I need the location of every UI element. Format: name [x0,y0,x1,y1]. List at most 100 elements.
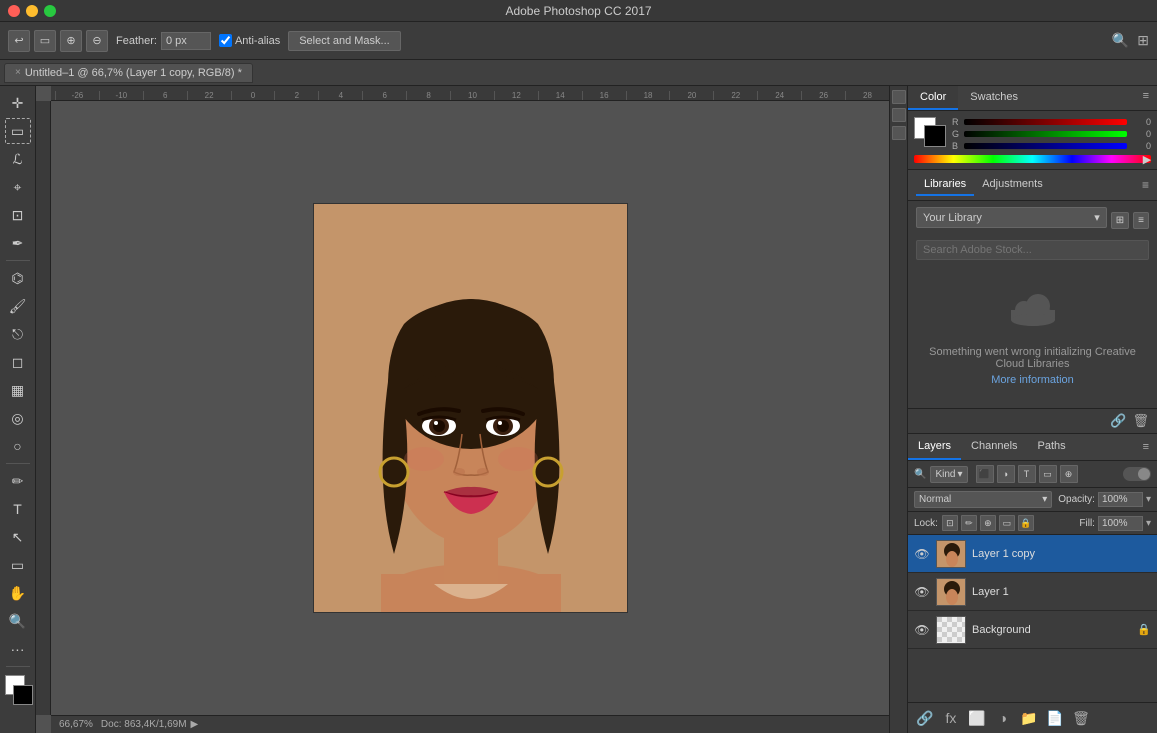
lock-artboard[interactable]: ▭ [999,515,1015,531]
tab-libraries[interactable]: Libraries [916,174,974,196]
panel-toggle-3[interactable] [892,126,906,140]
grid-view-btn[interactable]: ⊞ [1111,212,1129,229]
marquee-tool[interactable]: ▭ [5,118,31,144]
r-slider[interactable] [964,119,1127,125]
delete-layer-btn[interactable]: 🗑 [1070,707,1092,729]
tab-paths[interactable]: Paths [1028,434,1076,460]
layer-visibility-layer1copy[interactable]: 👁 [914,546,930,562]
toolbar-icon-4[interactable]: ⊖ [86,30,108,52]
opacity-chevron[interactable]: ▾ [1146,494,1151,505]
search-icon[interactable]: 🔍 [1112,32,1129,49]
layout-icon[interactable]: ⊞ [1137,32,1149,49]
color-spectrum-bar[interactable]: ▶ [914,155,1151,163]
libraries-search-input[interactable] [916,240,1149,260]
filter-smart[interactable]: ⊕ [1060,465,1078,483]
layer-visibility-background[interactable]: 👁 [914,622,930,638]
minimize-button[interactable] [26,5,38,17]
maximize-button[interactable] [44,5,56,17]
hand-tool[interactable]: ✋ [5,580,31,606]
tab-channels[interactable]: Channels [961,434,1027,460]
move-tool[interactable]: ✛ [5,90,31,116]
blur-tool[interactable]: ◎ [5,405,31,431]
close-button[interactable] [8,5,20,17]
filter-pixel[interactable]: ⬛ [976,465,994,483]
more-tools[interactable]: ··· [5,636,31,662]
healing-tool[interactable]: ⌬ [5,265,31,291]
add-mask-btn[interactable]: ⬜ [966,707,988,729]
add-group-btn[interactable]: 📁 [1018,707,1040,729]
list-view-btn[interactable]: ≡ [1133,212,1149,229]
libraries-link-icon[interactable]: 🔗 [1110,413,1126,429]
libraries-trash-icon[interactable]: 🗑 [1132,413,1149,429]
color-panel-menu[interactable]: ≡ [1135,86,1157,110]
toolbar-rect[interactable]: ▭ [34,30,56,52]
toolbar-icon-1[interactable]: ↩ [8,30,30,52]
filter-type[interactable]: T [1018,465,1036,483]
opacity-input[interactable] [1098,492,1143,507]
select-and-mask-button[interactable]: Select and Mask... [288,31,401,51]
fill-input[interactable] [1098,516,1143,531]
window-controls[interactable] [8,5,56,17]
lock-all[interactable]: 🔒 [1018,515,1034,531]
filter-shape[interactable]: ▭ [1039,465,1057,483]
libraries-dropdown[interactable]: Your Library ▾ [916,207,1107,228]
layer-thumb-layer1 [936,578,966,606]
layer-item-layer1[interactable]: 👁 Layer 1 [908,573,1157,611]
left-toolbar: ✛ ▭ ℒ ⌖ ⊡ ✒ ⌬ 🖌 ⎋ ◻ ▦ ◎ ○ ✏ T ↖ ▭ ✋ 🔍 ··… [0,86,36,733]
lock-image[interactable]: ✏ [961,515,977,531]
b-slider[interactable] [964,143,1127,149]
canvas-viewport[interactable] [51,101,889,715]
status-arrow[interactable]: ▶ [191,719,199,730]
feather-section: Feather: [116,32,211,50]
zoom-tool[interactable]: 🔍 [5,608,31,634]
new-layer-btn[interactable]: 📄 [1044,707,1066,729]
tab-adjustments[interactable]: Adjustments [974,174,1051,196]
clone-tool[interactable]: ⎋ [5,321,31,347]
anti-alias-checkbox[interactable]: Anti-alias [219,34,280,47]
crop-tool[interactable]: ⊡ [5,202,31,228]
brush-tool[interactable]: 🖌 [5,293,31,319]
gradient-tool[interactable]: ▦ [5,377,31,403]
shape-tool[interactable]: ▭ [5,552,31,578]
tab-close[interactable]: × [15,67,21,78]
feather-input[interactable] [161,32,211,50]
eyedropper-tool[interactable]: ✒ [5,230,31,256]
canvas-image[interactable] [313,203,628,613]
add-style-btn[interactable]: fx [940,707,962,729]
filter-toggle[interactable] [1123,467,1151,481]
toolbar-right: 🔍 ⊞ [1112,32,1149,49]
add-adjustment-btn[interactable]: ◑ [992,707,1014,729]
layers-menu-btn[interactable]: ≡ [1135,437,1157,457]
kind-dropdown[interactable]: Kind ▾ [930,466,967,483]
layer-visibility-layer1[interactable]: 👁 [914,584,930,600]
filter-adjustment[interactable]: ◑ [997,465,1015,483]
eraser-tool[interactable]: ◻ [5,349,31,375]
lasso-tool[interactable]: ℒ [5,146,31,172]
libraries-menu-btn[interactable]: ≡ [1142,178,1149,192]
fill-chevron[interactable]: ▾ [1146,518,1151,529]
main-layout: ✛ ▭ ℒ ⌖ ⊡ ✒ ⌬ 🖌 ⎋ ◻ ▦ ◎ ○ ✏ T ↖ ▭ ✋ 🔍 ··… [0,86,1157,733]
layer-name-background: Background [972,624,1131,636]
link-layers-btn[interactable]: 🔗 [914,707,936,729]
document-tab[interactable]: × Untitled–1 @ 66,7% (Layer 1 copy, RGB/… [4,63,253,83]
dodge-tool[interactable]: ○ [5,433,31,459]
tab-color[interactable]: Color [908,86,958,110]
bg-color-swatch[interactable] [924,125,946,147]
toolbar-icon-3[interactable]: ⊕ [60,30,82,52]
tab-swatches[interactable]: Swatches [958,86,1030,110]
panel-toggle-2[interactable] [892,108,906,122]
quick-select-tool[interactable]: ⌖ [5,174,31,200]
lock-transparent[interactable]: ⊡ [942,515,958,531]
path-select-tool[interactable]: ↖ [5,524,31,550]
tab-layers[interactable]: Layers [908,434,961,460]
lock-position[interactable]: ⊕ [980,515,996,531]
libraries-more-info-link[interactable]: More information [924,374,1141,386]
background-color[interactable] [13,685,33,705]
layer-item-background[interactable]: 👁 [908,611,1157,649]
blend-mode-dropdown[interactable]: Normal ▾ [914,491,1052,508]
type-tool[interactable]: T [5,496,31,522]
g-slider[interactable] [964,131,1127,137]
pen-tool[interactable]: ✏ [5,468,31,494]
panel-toggle-1[interactable] [892,90,906,104]
layer-item-layer1copy[interactable]: 👁 Layer 1 copy [908,535,1157,573]
